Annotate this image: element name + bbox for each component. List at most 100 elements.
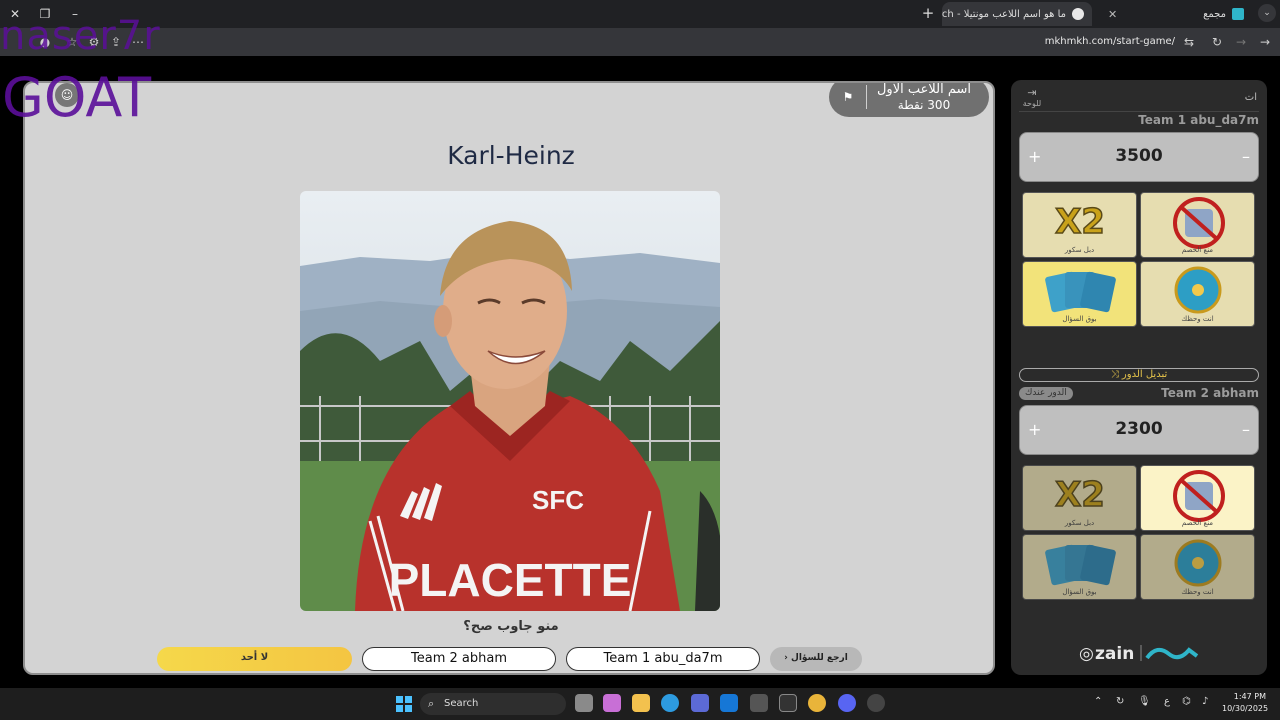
report-flag-icon[interactable]: ⚑: [834, 90, 862, 104]
back-to-question-button[interactable]: ارجع للسؤال ‹: [770, 647, 862, 671]
sync-icon[interactable]: ↻: [1116, 696, 1124, 707]
team2-luck-wheel-card[interactable]: انت وحظك: [1140, 534, 1255, 600]
team2-name: Team 2 abham: [1161, 386, 1259, 400]
who-answered-label: منو جاوب صح؟: [463, 619, 559, 634]
team2-score: 2300: [1115, 419, 1163, 439]
new-tab-button[interactable]: +: [919, 4, 937, 22]
team1-score: 3500: [1115, 146, 1163, 166]
windows-taskbar: ⌕ Search ⌃ ↻ 🎙 ع ⌬ ♪ 1:47 PM 10/30/2025: [0, 688, 1280, 720]
exit-to-board-button[interactable]: ⇥ للوحة: [1019, 86, 1045, 108]
card-label: دبل سكور: [1064, 246, 1095, 254]
store-icon[interactable]: [691, 694, 709, 712]
discord-icon[interactable]: [838, 694, 856, 712]
card-label: منع الخصم: [1181, 519, 1214, 527]
side-header: ⇥ للوحة ات: [1019, 86, 1259, 112]
team2-answered-button[interactable]: Team 2 abham: [362, 647, 556, 671]
exit-icon: ⇥: [1027, 86, 1037, 99]
card-label: دبل سكور: [1064, 519, 1095, 527]
exit-label: للوحة: [1022, 99, 1042, 108]
tab-game[interactable]: مجمع ✕: [1100, 2, 1252, 26]
overlay-username: naser7r: [0, 13, 161, 59]
system-clock[interactable]: 1:47 PM 10/30/2025: [1222, 691, 1269, 715]
chevron-left-icon: ‹: [784, 653, 788, 663]
tab-search-dropdown-icon[interactable]: ⌄: [1258, 4, 1276, 22]
browser-tab-bar: ✕ ❐ – + ما هو اسم اللاعب مونتيلا - Searc…: [0, 0, 1280, 28]
tab-search[interactable]: ما هو اسم اللاعب مونتيلا - Search ✕: [942, 2, 1092, 26]
copilot-icon[interactable]: [603, 694, 621, 712]
no-one-button[interactable]: لا أحد: [157, 647, 352, 671]
app-icon[interactable]: [750, 694, 768, 712]
windows-start-icon[interactable]: [396, 696, 412, 712]
back-icon[interactable]: →: [1256, 33, 1274, 51]
team1-luck-wheel-card[interactable]: انت وحظك: [1140, 261, 1255, 327]
switch-turn-button[interactable]: تبديل الدور ⤨: [1019, 368, 1259, 382]
shuffle-icon: ⤨: [1110, 369, 1119, 380]
clock-time: 1:47 PM: [1233, 692, 1266, 701]
team1-double-score-card[interactable]: X2 دبل سكور: [1022, 192, 1137, 258]
keyboard-language[interactable]: ع: [1164, 696, 1170, 707]
team2-question-cards-card[interactable]: بوق السؤال: [1022, 534, 1137, 600]
microphone-icon[interactable]: 🎙: [1138, 696, 1151, 707]
site-settings-icon[interactable]: ⇆: [1180, 33, 1198, 51]
tab-title: ما هو اسم اللاعب مونتيلا - Search: [942, 8, 1066, 20]
team1-decrease-button[interactable]: –: [1242, 147, 1250, 166]
team1-score-box: + 3500 –: [1019, 132, 1259, 182]
question-badge: اسم اللاعب الاول 300 نقطة ⚑: [829, 82, 989, 117]
file-explorer-icon[interactable]: [632, 694, 650, 712]
team2-score-box: + 2300 –: [1019, 405, 1259, 455]
team1-block-opponent-card[interactable]: منع الخصم: [1140, 192, 1255, 258]
page-content: ☺ اسم اللاعب الاول 300 نقطة ⚑ Karl-Heinz: [0, 56, 1280, 688]
tab-title: مجمع: [1203, 8, 1226, 20]
forward-icon[interactable]: →: [1232, 33, 1250, 51]
team1-answered-button[interactable]: Team 1 abu_da7m: [566, 647, 760, 671]
divider: [866, 85, 867, 109]
card-label: بوق السؤال: [1062, 588, 1097, 596]
taskbar-search-label: Search: [444, 698, 479, 709]
volume-icon[interactable]: ♪: [1202, 696, 1208, 707]
clock-date: 10/30/2025: [1222, 704, 1269, 713]
question-title: اسم اللاعب الاول: [876, 82, 972, 97]
ctrl-app-icon[interactable]: [779, 694, 797, 712]
game-panel: ☺ اسم اللاعب الاول 300 نقطة ⚑ Karl-Heinz: [23, 81, 995, 675]
svg-text:X2: X2: [1055, 475, 1105, 515]
card-label: انت وحظك: [1181, 588, 1214, 596]
reload-icon[interactable]: ↻: [1208, 33, 1226, 51]
side-header-label: ات: [1244, 92, 1257, 103]
brand-text: zain: [1095, 644, 1134, 664]
team2-block-opponent-card[interactable]: منع الخصم: [1140, 465, 1255, 531]
address-bar[interactable]: mkhmkh.com/start-game/: [1000, 34, 1175, 50]
brand-logo: ◎ zain: [1077, 642, 1203, 664]
svg-text:X2: X2: [1055, 202, 1105, 242]
svg-text:SFC: SFC: [532, 485, 584, 515]
search-icon: ⌕: [428, 697, 435, 710]
browser-toolbar: ● ☆ ⚙ ⇪ ⋯ mkhmkh.com/start-game/ ⇆ ↻ → →: [0, 28, 1280, 56]
outlook-icon[interactable]: [720, 694, 738, 712]
question-points: 300 نقطة: [897, 98, 951, 112]
team2-double-score-card[interactable]: X2 دبل سكور: [1022, 465, 1137, 531]
team2-decrease-button[interactable]: –: [1242, 420, 1250, 439]
svg-text:PLACETTE: PLACETTE: [389, 554, 632, 606]
team1-question-cards-card[interactable]: بوق السؤال: [1022, 261, 1137, 327]
switch-turn-label: تبديل الدور: [1121, 369, 1168, 380]
card-label: بوق السؤال: [1062, 315, 1097, 323]
tray-overflow-icon[interactable]: ⌃: [1094, 696, 1102, 707]
site-favicon-icon: [1232, 8, 1244, 20]
scoreboard-panel: ⇥ للوحة ات Team 1 abu_da7m + 3500 – X2 د…: [1011, 80, 1267, 675]
team1-name: Team 1 abu_da7m: [1138, 113, 1259, 127]
edge-icon[interactable]: [661, 694, 679, 712]
card-label: انت وحظك: [1181, 315, 1214, 323]
current-turn-badge: الدور عندك: [1019, 387, 1073, 400]
back-label: ارجع للسؤال: [791, 653, 848, 663]
player-photo: PLACETTE SFC: [300, 191, 720, 611]
network-icon[interactable]: ⌬: [1182, 696, 1191, 707]
chrome-icon[interactable]: [808, 694, 826, 712]
taskbar-search[interactable]: ⌕ Search: [420, 693, 566, 715]
google-icon: [1072, 8, 1084, 20]
obs-icon[interactable]: [867, 694, 885, 712]
card-label: منع الخصم: [1181, 246, 1214, 254]
overlay-goat: GOAT: [2, 66, 152, 129]
close-tab-icon[interactable]: ✕: [1108, 8, 1117, 21]
svg-text:◎: ◎: [1079, 644, 1094, 664]
task-view-icon[interactable]: [575, 694, 593, 712]
answer-text: Karl-Heinz: [447, 141, 575, 170]
